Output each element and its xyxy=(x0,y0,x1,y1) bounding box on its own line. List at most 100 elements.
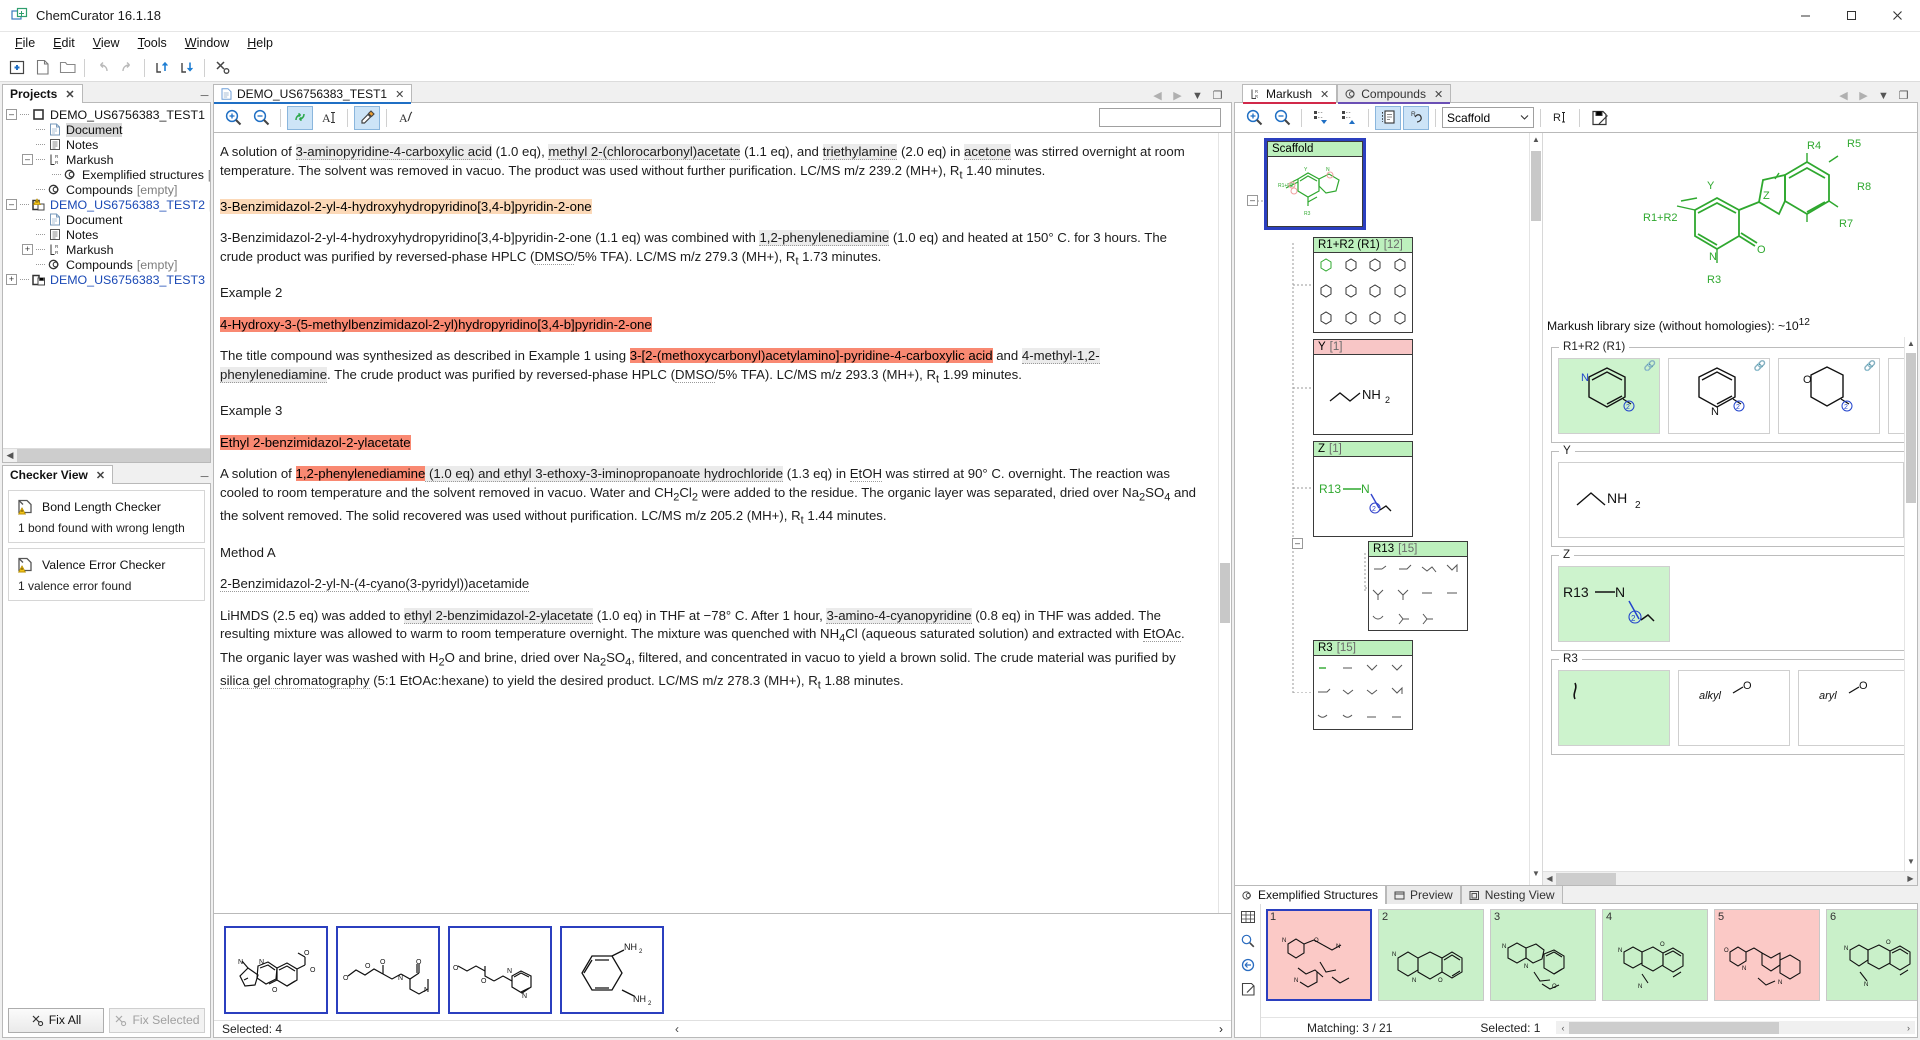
doc-nav-prev[interactable]: ◀ xyxy=(1151,89,1164,102)
highlight-red[interactable]: Ethyl 2-benzimidazol-2-ylacetate xyxy=(220,435,411,450)
link-icon[interactable]: 🔗 xyxy=(1864,361,1876,372)
tab-compounds[interactable]: Compounds ✕ xyxy=(1337,84,1451,103)
tree-expander[interactable]: – xyxy=(6,109,17,120)
cards-hscrollbar[interactable]: ‹ › xyxy=(1556,1021,1915,1034)
tab-document-close[interactable]: ✕ xyxy=(395,88,404,101)
doc-nav-next[interactable]: ▶ xyxy=(1171,89,1184,102)
tree-expander[interactable]: – xyxy=(6,199,17,210)
tab-checker-close[interactable]: ✕ xyxy=(96,469,105,482)
rgroup-variant[interactable]: alkyl O xyxy=(1678,670,1790,746)
tab-exemplified-structures[interactable]: Exemplified Structures xyxy=(1234,885,1386,904)
export-icon[interactable] xyxy=(175,56,199,80)
projects-scroll-thumb[interactable] xyxy=(17,449,210,462)
edit-icon[interactable] xyxy=(1238,979,1258,999)
save-markush-icon[interactable] xyxy=(1586,106,1612,130)
recognize-structures-icon[interactable] xyxy=(287,106,313,130)
link-icon[interactable]: 🔗 xyxy=(1644,361,1656,372)
entity-annotation[interactable]: 3-aminopyridine-4-carboxylic acid xyxy=(296,144,492,160)
zoom-out-icon[interactable] xyxy=(1269,106,1295,130)
markush-maximize[interactable]: ❐ xyxy=(1897,89,1910,102)
fix-all-button[interactable]: Fix All xyxy=(8,1008,104,1033)
tree-item-exemplified-structures[interactable]: Exemplified structures[21 structures] xyxy=(6,167,208,182)
entity-annotation[interactable]: acetone xyxy=(964,144,1011,160)
rgroup-cell[interactable] xyxy=(1388,306,1413,332)
tree-expander-scaffold[interactable]: – xyxy=(1247,195,1258,206)
tree-item-document[interactable]: Document xyxy=(6,212,208,227)
markush-detail-vscrollbar[interactable]: ▲ ▼ xyxy=(1904,337,1917,871)
rgroup-cell[interactable] xyxy=(1418,557,1443,581)
entity-annotation[interactable]: ethyl 3-ethoxy-3-iminopropanoate hydroch… xyxy=(504,466,783,482)
tab-preview[interactable]: Preview xyxy=(1386,885,1461,904)
markush-node-r13[interactable]: R13 [15] xyxy=(1368,541,1468,631)
rgroup-variant[interactable] xyxy=(1558,670,1670,746)
entity-annotation[interactable]: 1,2-phenylenediamine xyxy=(759,230,889,246)
markush-node-r3[interactable]: R3 [15] xyxy=(1313,640,1413,730)
projects-minimize[interactable]: ─ xyxy=(198,89,211,102)
exemplified-structure-card[interactable]: 1NONN xyxy=(1266,909,1372,1001)
markush-node-y[interactable]: Y [1] NH 2 xyxy=(1313,339,1413,435)
markush-node-z[interactable]: Z [1] R13 N 2 xyxy=(1313,441,1413,537)
rgroup-cell[interactable] xyxy=(1339,656,1364,680)
structure-thumbnail[interactable]: O O O N O N xyxy=(336,926,440,1014)
tree-expander[interactable]: + xyxy=(22,244,33,255)
exemplified-structure-card[interactable]: 3NNO xyxy=(1490,909,1596,1001)
tree-item-compounds[interactable]: Compounds[empty] xyxy=(6,182,208,197)
grid-view-icon[interactable] xyxy=(1238,907,1258,927)
tab-nesting-view[interactable]: Nesting View xyxy=(1461,885,1563,904)
menu-help[interactable]: Help xyxy=(238,34,282,52)
rgroup-cell[interactable] xyxy=(1443,581,1468,605)
highlight-red[interactable]: 3-[2-(methoxycarbonyl)acetylamino]-pyrid… xyxy=(630,348,993,363)
entity-annotation[interactable]: EtOAc xyxy=(1143,626,1181,642)
structure-thumbnail[interactable]: O O N N xyxy=(448,926,552,1014)
cards-scroll-right[interactable]: › xyxy=(1902,1023,1915,1033)
entity-annotation[interactable]: EtOH xyxy=(850,466,882,482)
tab-checker-view[interactable]: Checker View ✕ xyxy=(2,465,113,484)
doc-nav-menu[interactable]: ▼ xyxy=(1191,89,1204,102)
rgroup-variant[interactable]: aryl O xyxy=(1798,670,1910,746)
rgroup-cell[interactable] xyxy=(1443,606,1468,630)
refresh-icon[interactable] xyxy=(1238,955,1258,975)
checker-item[interactable]: Bond Length Checker 1 bond found with wr… xyxy=(8,490,205,543)
expand-all-icon[interactable] xyxy=(1308,106,1334,130)
menu-edit[interactable]: Edit xyxy=(44,34,84,52)
entity-annotation[interactable]: 2-Benzimidazol-2-yl-N-(4-cyano(3-pyridyl… xyxy=(220,576,529,592)
recognize-names-icon[interactable]: A xyxy=(315,106,341,130)
entity-annotation[interactable]: DMSO xyxy=(534,249,574,265)
rgroup-cell[interactable] xyxy=(1339,306,1364,332)
rgroup-cell[interactable] xyxy=(1363,279,1388,305)
zoom-out-icon[interactable] xyxy=(248,106,274,130)
markush-tree-vscrollbar[interactable]: ▲ ▼ xyxy=(1529,133,1542,885)
exemplified-structure-card[interactable]: 6NNO xyxy=(1826,909,1917,1001)
rgroup-variant[interactable]: 🔗 N 2 xyxy=(1558,358,1660,434)
minimize-button[interactable] xyxy=(1782,0,1828,32)
maximize-button[interactable] xyxy=(1828,0,1874,32)
tree-layout-icon[interactable] xyxy=(1375,106,1401,130)
rgroup-cell[interactable] xyxy=(1388,279,1413,305)
tree-expander-z[interactable]: – xyxy=(1292,538,1303,549)
menu-window[interactable]: Window xyxy=(176,34,238,52)
checker-minimize[interactable]: ─ xyxy=(198,470,211,483)
highlight-red[interactable]: 1,2-phenylenediamine xyxy=(296,466,426,481)
rgroup-cell[interactable] xyxy=(1388,253,1413,279)
rgroup-cell[interactable] xyxy=(1363,705,1388,729)
new-document-icon[interactable] xyxy=(30,56,54,80)
rgroup-cell[interactable] xyxy=(1363,656,1388,680)
markush-node-scaffold[interactable]: Scaffold xyxy=(1267,141,1363,227)
tree-expander[interactable]: – xyxy=(22,154,33,165)
rgroup-cell[interactable] xyxy=(1314,253,1339,279)
rgroup-variant[interactable]: 🔗 O 2 xyxy=(1778,358,1880,434)
entity-annotation[interactable]: DMSO xyxy=(675,367,715,383)
entity-annotation[interactable]: (1.0 eq) and xyxy=(425,466,503,482)
structure-strip-scroll-right[interactable]: › xyxy=(1219,1022,1223,1036)
rgroup-cell[interactable] xyxy=(1339,279,1364,305)
projects-hscrollbar[interactable]: ◀ xyxy=(3,448,210,462)
tab-projects[interactable]: Projects ✕ xyxy=(2,84,83,103)
doc-maximize[interactable]: ❐ xyxy=(1211,89,1224,102)
rgroup-cell[interactable] xyxy=(1363,680,1388,704)
tree-item-notes[interactable]: Notes xyxy=(6,137,208,152)
import-icon[interactable] xyxy=(150,56,174,80)
entity-annotation[interactable]: silica gel chromatography xyxy=(220,673,370,689)
rgroup-cell[interactable] xyxy=(1363,253,1388,279)
zoom-in-icon[interactable] xyxy=(220,106,246,130)
markush-nav-prev[interactable]: ◀ xyxy=(1837,89,1850,102)
